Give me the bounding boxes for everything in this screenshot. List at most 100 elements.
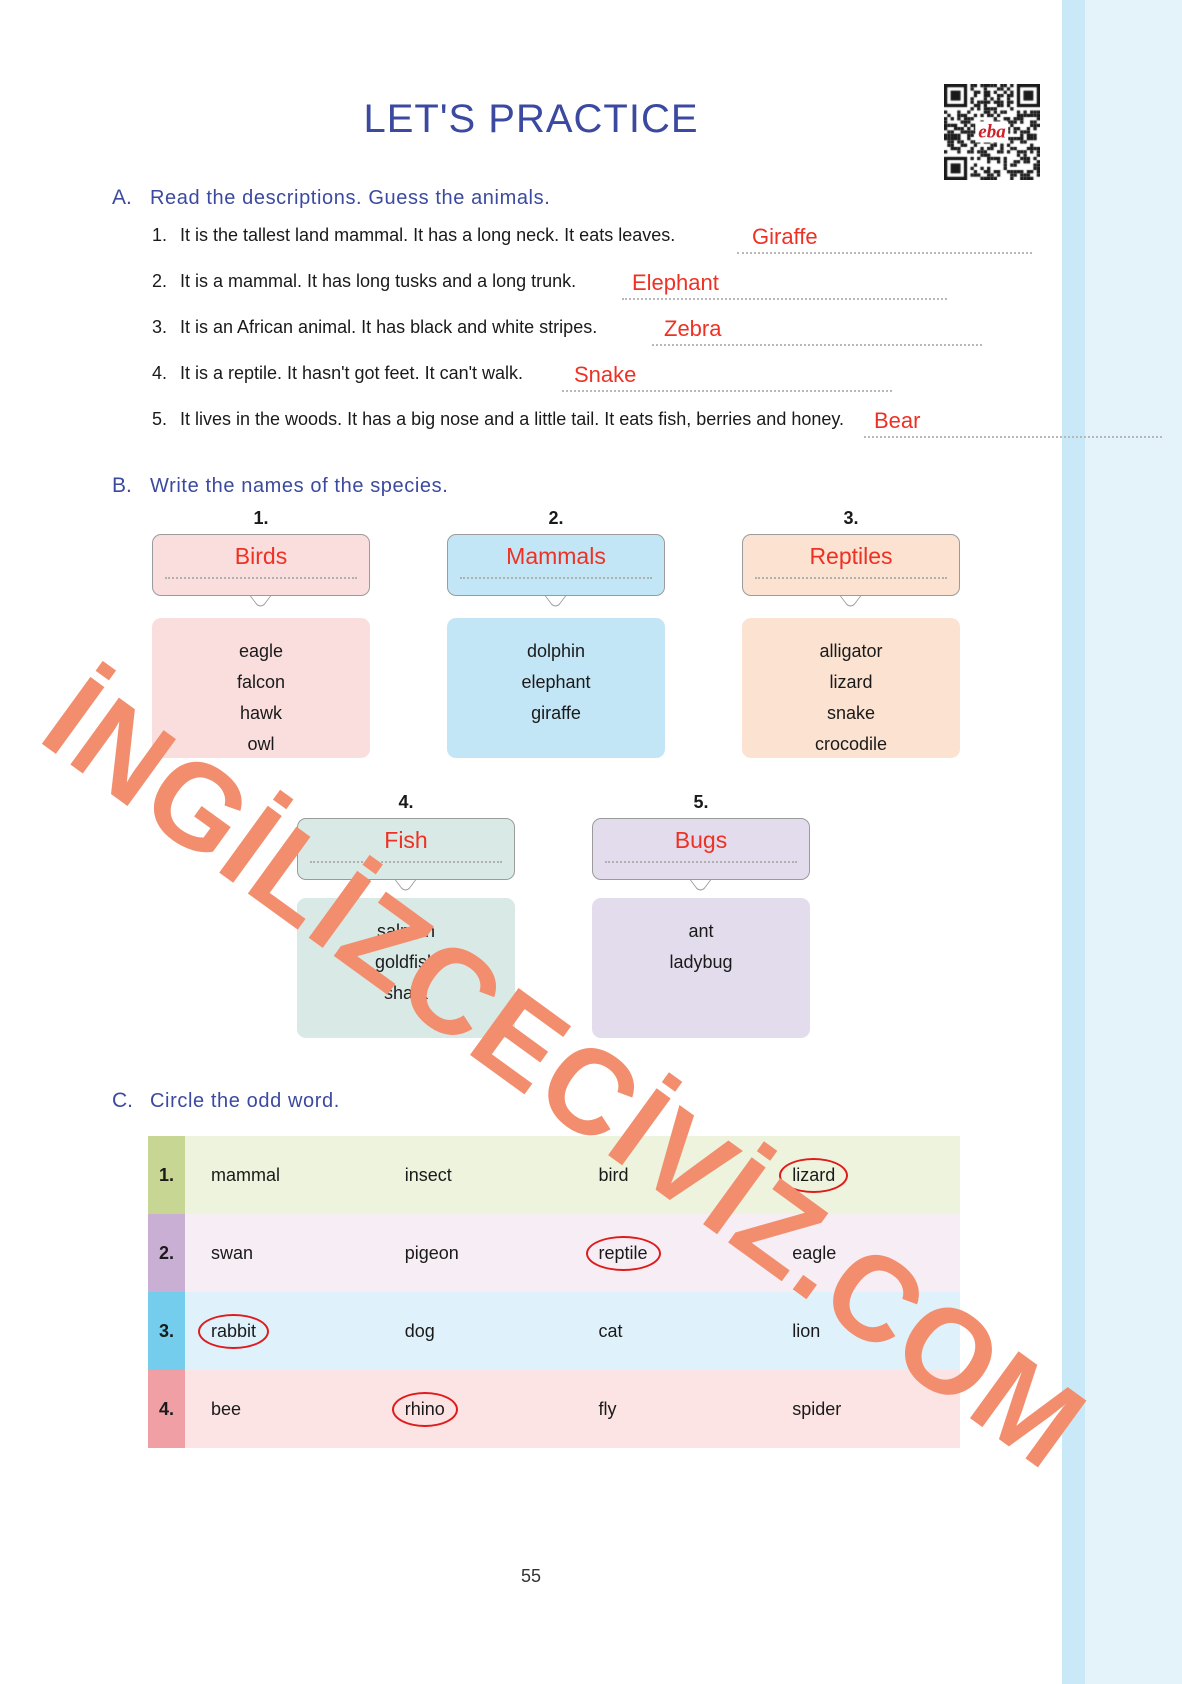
- table-cell[interactable]: rhino: [379, 1391, 573, 1427]
- answer-line[interactable]: [652, 343, 982, 346]
- circled-word[interactable]: lizard: [779, 1157, 849, 1193]
- species-label-box[interactable]: Birds: [152, 534, 370, 596]
- bubble-number: 3.: [843, 508, 859, 528]
- question-text: It is a mammal. It has long tusks and a …: [180, 271, 577, 291]
- word[interactable]: spider: [788, 1397, 845, 1422]
- question-row: 2. It is a mammal. It has long tusks and …: [152, 260, 1032, 306]
- species-name: Bugs: [674, 827, 728, 853]
- table-row-cells: bee rhino fly spider: [185, 1370, 960, 1448]
- species-bubble-group: 2. Mammals: [447, 508, 673, 604]
- species-word: alligator: [819, 641, 883, 661]
- question-row: 5. It lives in the woods. It has a big no…: [152, 398, 1162, 444]
- word[interactable]: mammal: [207, 1163, 284, 1188]
- species-label-box[interactable]: Bugs: [592, 818, 810, 880]
- word[interactable]: eagle: [788, 1241, 840, 1266]
- table-row-number: 2.: [148, 1214, 185, 1292]
- table-cell[interactable]: insect: [379, 1163, 573, 1188]
- bubble-tail-icon: [835, 595, 867, 611]
- species-word: hawk: [239, 703, 283, 723]
- species-word: shark: [383, 983, 428, 1003]
- question-number: 2.: [152, 271, 168, 291]
- circled-word[interactable]: rabbit: [197, 1313, 270, 1349]
- right-edge-strip-accent: [1062, 0, 1085, 1684]
- word[interactable]: dog: [401, 1319, 439, 1344]
- bubble-number: 2.: [548, 508, 564, 528]
- species-word-box: dolphin elephant giraffe: [447, 618, 665, 758]
- species-word: dolphin: [526, 641, 586, 661]
- word[interactable]: insect: [401, 1163, 456, 1188]
- question-text: It is the tallest land mammal. It has a …: [180, 225, 676, 245]
- species-word: ant: [688, 921, 714, 941]
- answer-text: Bear: [874, 408, 921, 433]
- question-number: 5.: [152, 409, 168, 429]
- bubble-number: 1.: [253, 508, 269, 528]
- table-row-number: 4.: [148, 1370, 185, 1448]
- answer-text: Elephant: [632, 270, 719, 295]
- species-bubble-group: 4. Fish: [297, 792, 523, 888]
- species-name: Mammals: [506, 543, 606, 569]
- table-cell[interactable]: lion: [766, 1319, 960, 1344]
- bubble-tail-icon: [390, 879, 422, 895]
- table-row: 1. mammal insect bird lizard: [148, 1136, 960, 1214]
- species-word: goldfish: [374, 952, 438, 972]
- word[interactable]: lion: [788, 1319, 824, 1344]
- bubble-tail-icon: [540, 595, 572, 611]
- worksheet-page: LET'S PRACTICE eba A. Read the descripti…: [0, 0, 1182, 1684]
- table-cell[interactable]: lizard: [766, 1157, 960, 1193]
- table-cell[interactable]: pigeon: [379, 1241, 573, 1266]
- word[interactable]: fly: [595, 1397, 621, 1422]
- table-cell[interactable]: swan: [185, 1241, 379, 1266]
- species-label-box[interactable]: Reptiles: [742, 534, 960, 596]
- word[interactable]: bee: [207, 1397, 245, 1422]
- species-word: owl: [247, 734, 275, 754]
- species-word: ladybug: [669, 952, 733, 972]
- word[interactable]: cat: [595, 1319, 627, 1344]
- species-bubble-group: 5. Bugs: [592, 792, 818, 888]
- table-row: 3. rabbit dog cat lion: [148, 1292, 960, 1370]
- table-row: 2. swan pigeon reptile eagle: [148, 1214, 960, 1292]
- species-write-line: [460, 577, 652, 579]
- species-label-box[interactable]: Fish: [297, 818, 515, 880]
- table-cell[interactable]: fly: [573, 1397, 767, 1422]
- table-cell[interactable]: bird: [573, 1163, 767, 1188]
- watermark: İNGİLİZCECİVİZ.COM: [20, 330, 1109, 1495]
- question-text: It lives in the woods. It has a big nose…: [180, 409, 845, 429]
- circled-word[interactable]: rhino: [391, 1391, 458, 1427]
- answer-text: Snake: [574, 362, 637, 387]
- species-label-box[interactable]: Mammals: [447, 534, 665, 596]
- table-cell[interactable]: reptile: [573, 1235, 767, 1271]
- word[interactable]: bird: [595, 1163, 633, 1188]
- bubble-tail-icon: [245, 595, 277, 611]
- table-cell[interactable]: eagle: [766, 1241, 960, 1266]
- table-row: 4. bee rhino fly spider: [148, 1370, 960, 1448]
- eba-logo: eba: [975, 121, 1009, 143]
- qr-code[interactable]: eba: [944, 84, 1040, 180]
- table-cell[interactable]: dog: [379, 1319, 573, 1344]
- right-edge-panel: [1085, 0, 1182, 1684]
- species-word-box: salmon goldfish shark: [297, 898, 515, 1038]
- table-cell[interactable]: spider: [766, 1397, 960, 1422]
- answer-line[interactable]: [737, 251, 1032, 254]
- table-row-cells: mammal insect bird lizard: [185, 1136, 960, 1214]
- word[interactable]: swan: [207, 1241, 257, 1266]
- page-number: 55: [520, 1566, 542, 1586]
- bubble-number: 5.: [693, 792, 709, 812]
- answer-line[interactable]: [622, 297, 947, 300]
- species-name: Birds: [234, 543, 288, 569]
- answer-line[interactable]: [864, 435, 1162, 438]
- species-name: Reptiles: [809, 543, 893, 569]
- species-word: snake: [826, 703, 876, 723]
- circled-word[interactable]: reptile: [585, 1235, 661, 1271]
- question-number: 4.: [152, 363, 168, 383]
- question-text: It is an African animal. It has black an…: [180, 317, 598, 337]
- answer-text: Zebra: [664, 316, 722, 341]
- bubble-number: 4.: [398, 792, 414, 812]
- table-cell[interactable]: cat: [573, 1319, 767, 1344]
- word[interactable]: pigeon: [401, 1241, 463, 1266]
- species-name: Fish: [384, 827, 428, 853]
- table-cell[interactable]: bee: [185, 1397, 379, 1422]
- answer-line[interactable]: [562, 389, 892, 392]
- table-cell[interactable]: rabbit: [185, 1313, 379, 1349]
- table-cell[interactable]: mammal: [185, 1163, 379, 1188]
- question-number: 1.: [152, 225, 168, 245]
